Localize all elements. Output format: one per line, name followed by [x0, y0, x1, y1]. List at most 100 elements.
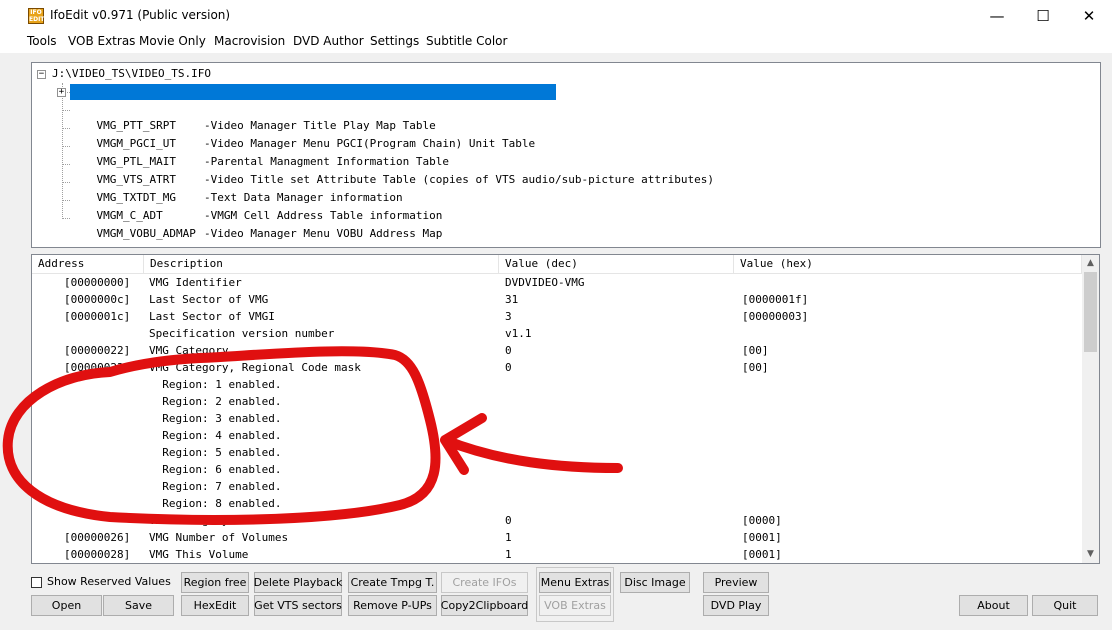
table-row[interactable]: [00000000] VMG Identifier DVDVIDEO-VMG [32, 274, 1082, 291]
tree-item-vmg-vts-atrt[interactable]: VMG_VTS_ATRT -Video Title set Attribute T… [70, 156, 714, 186]
show-reserved-checkbox[interactable] [31, 577, 42, 588]
cell-dec: 1 [505, 548, 512, 561]
remove-pups-button[interactable]: Remove P-UPs [348, 595, 437, 616]
grid-vertical-scrollbar[interactable]: ▲ ▼ [1082, 255, 1099, 563]
get-vts-sectors-button[interactable]: Get VTS sectors [254, 595, 342, 616]
tree-item-desc: -VMGM Cell Address Table information [204, 209, 443, 222]
close-button[interactable]: ✕ [1066, 0, 1112, 31]
create-ifos-button[interactable]: Create IFOs [441, 572, 528, 593]
tree-item-desc: -Video Manager Title Play Map Table [204, 119, 436, 132]
column-header-address[interactable]: Address [32, 255, 144, 273]
tree-connector [62, 146, 70, 147]
column-header-value-dec[interactable]: Value (dec) [499, 255, 734, 273]
tree-connector [62, 83, 63, 219]
table-row[interactable]: [0000001c] Last Sector of VMGI 3 [00000003] [32, 308, 1082, 325]
tree-root[interactable]: J:\VIDEO_TS\VIDEO_TS.IFO [52, 66, 211, 82]
cell-desc: Region: 7 enabled. [149, 480, 282, 493]
scroll-thumb[interactable] [1084, 272, 1097, 352]
tree-item-vmg-txtdt-mg[interactable]: VMG_TXTDT_MG -Text Data Manager informati… [70, 174, 403, 204]
menu-subtitle-color[interactable]: Subtitle Color [426, 34, 507, 48]
tree-item-vmgm-pgci-ut[interactable]: VMGM_PGCI_UT -Video Manager Menu PGCI(Pro… [70, 120, 536, 150]
table-row[interactable]: Specification version number v1.1 [32, 325, 1082, 342]
delete-playback-button[interactable]: Delete Playback [254, 572, 342, 593]
about-button[interactable]: About [959, 595, 1028, 616]
scroll-up-icon[interactable]: ▲ [1082, 255, 1099, 272]
cell-addr: [0000000c] [64, 293, 131, 306]
table-row[interactable]: [00000022] VMG Category 0 [00] [32, 342, 1082, 359]
cell-hex: [0000] [742, 514, 782, 527]
table-row[interactable]: Region: 2 enabled. [32, 393, 1082, 410]
cell-desc: Region: 5 enabled. [149, 446, 282, 459]
table-row[interactable]: Region: 3 enabled. [32, 410, 1082, 427]
menu-movie-only[interactable]: Movie Only [139, 34, 206, 48]
column-header-value-hex[interactable]: Value (hex) [734, 255, 1082, 273]
cell-addr: [00000023] [64, 361, 131, 374]
cell-dec: 0 [505, 514, 512, 527]
cell-desc: Region: 3 enabled. [149, 412, 282, 425]
tree-item-vmgm-c-adt[interactable]: VMGM_C_ADT -VMGM Cell Address Table infor… [70, 192, 443, 222]
cell-desc: Region: 4 enabled. [149, 429, 282, 442]
hexedit-button[interactable]: HexEdit [181, 595, 249, 616]
copy2clipboard-button[interactable]: Copy2Clipboard [441, 595, 528, 616]
table-row[interactable]: Region: 5 enabled. [32, 444, 1082, 461]
region-free-button[interactable]: Region free [181, 572, 249, 593]
preview-button[interactable]: Preview [703, 572, 769, 593]
table-row[interactable]: Region: 1 enabled. [32, 376, 1082, 393]
minimize-button[interactable]: — [974, 0, 1020, 31]
cell-dec: 0 [505, 344, 512, 357]
menu-dvd-author[interactable]: DVD Author [293, 34, 364, 48]
cell-addr: [0000001c] [64, 310, 131, 323]
tree-item-vmgm-vobu-admap[interactable]: VMGM_VOBU_ADMAP -Video Manager Menu VOBU … [70, 210, 443, 240]
cell-hex: [0000001f] [742, 293, 809, 306]
disc-image-button[interactable]: Disc Image [620, 572, 690, 593]
maximize-button[interactable]: ☐ [1020, 0, 1066, 31]
table-row[interactable]: [00000026] VMG Number of Volumes 1 [0001] [32, 529, 1082, 546]
table-row[interactable]: VMG Category 0 [0000] [32, 512, 1082, 529]
open-button[interactable]: Open [31, 595, 102, 616]
cell-dec: 3 [505, 310, 512, 323]
menu-extras-button[interactable]: Menu Extras [539, 572, 611, 593]
table-row[interactable]: [0000000c] Last Sector of VMG 31 [0000001f] [32, 291, 1082, 308]
window-title: IfoEdit v0.971 (Public version) [50, 8, 231, 22]
cell-desc: Region: 8 enabled. [149, 497, 282, 510]
menu-macrovision[interactable]: Macrovision [214, 34, 285, 48]
cell-hex: [00] [742, 361, 769, 374]
tree-item-vmgm-mat[interactable]: VMGM_MAT -Video Manager Information Manag… [70, 84, 556, 114]
save-button[interactable]: Save [103, 595, 174, 616]
ifo-data-grid[interactable]: Address Description Value (dec) Value (h… [31, 254, 1100, 564]
ifo-tree-view[interactable]: − J:\VIDEO_TS\VIDEO_TS.IFO + VMGM_MAT -Vi… [31, 62, 1101, 248]
table-row[interactable]: [00000023] VMG Category, Regional Code ma… [32, 359, 1082, 376]
tree-item-vmg-ptl-mait[interactable]: VMG_PTL_MAIT -Parental Managment Informat… [70, 138, 450, 168]
scroll-down-icon[interactable]: ▼ [1082, 546, 1099, 563]
table-row[interactable]: Region: 6 enabled. [32, 461, 1082, 478]
table-row[interactable]: Region: 7 enabled. [32, 478, 1082, 495]
tree-connector [62, 218, 70, 219]
menu-vob-extras[interactable]: VOB Extras [68, 34, 135, 48]
grid-body: [00000000] VMG Identifier DVDVIDEO-VMG [000… [32, 274, 1082, 563]
table-row[interactable]: Region: 8 enabled. [32, 495, 1082, 512]
cell-desc: Region: 2 enabled. [149, 395, 282, 408]
root-collapse-toggle[interactable]: − [37, 70, 46, 79]
cell-desc: VMG Category, Regional Code mask [149, 361, 361, 374]
tree-connector [62, 182, 70, 183]
expand-toggle-vmgm-mat[interactable]: + [57, 88, 66, 97]
tree-item-desc: -Parental Managment Information Table [204, 155, 450, 168]
quit-button[interactable]: Quit [1032, 595, 1098, 616]
table-row[interactable]: Region: 4 enabled. [32, 427, 1082, 444]
table-row[interactable]: [00000028] VMG This Volume 1 [0001] [32, 546, 1082, 563]
vob-extras-button[interactable]: VOB Extras [539, 595, 611, 616]
cell-desc: Specification version number [149, 327, 335, 340]
tree-item-desc: -Video Manager Menu VOBU Address Map [204, 227, 443, 240]
tree-connector [62, 128, 70, 129]
cell-hex: [0001] [742, 548, 782, 561]
menu-settings[interactable]: Settings [370, 34, 419, 48]
cell-desc: Region: 6 enabled. [149, 463, 282, 476]
tree-item-vmg-ptt-srpt[interactable]: VMG_PTT_SRPT -Video Manager Title Play Ma… [70, 102, 436, 132]
cell-hex: [00] [742, 344, 769, 357]
menu-tools[interactable]: Tools [27, 34, 57, 48]
cell-addr: [00000028] [64, 548, 131, 561]
dvd-play-button[interactable]: DVD Play [703, 595, 769, 616]
create-tmpg-button[interactable]: Create Tmpg T. [348, 572, 437, 593]
column-header-description[interactable]: Description [144, 255, 499, 273]
cell-desc: VMG Identifier [149, 276, 242, 289]
